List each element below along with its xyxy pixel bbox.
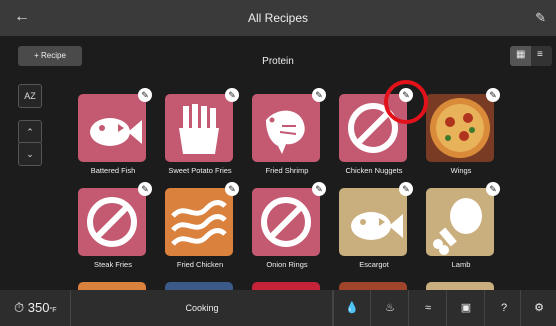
edit-recipe-icon[interactable]: ✎ [486, 182, 500, 196]
scroll-up-button[interactable]: ⌃ [18, 120, 42, 144]
temperature-unit: °F [49, 307, 57, 314]
list-icon[interactable]: ≡ [537, 49, 543, 60]
pencil-icon[interactable]: ✎ [535, 10, 546, 26]
pizza-photo [426, 94, 494, 162]
edit-recipe-icon[interactable]: ✎ [225, 88, 239, 102]
section-title: Protein [262, 56, 294, 67]
edit-recipe-icon[interactable]: ✎ [399, 182, 413, 196]
edit-recipe-icon[interactable]: ✎ [225, 182, 239, 196]
bottom-bar: ⏱ 350°F Cooking 💧 ♨ ≈ ▣ ? ⚙ [0, 290, 556, 326]
page-title: All Recipes [247, 11, 309, 25]
scroll-down-button[interactable]: ⌄ [18, 142, 42, 166]
cooking-tab[interactable]: Cooking [70, 290, 334, 326]
wifi-icon[interactable]: ≈ [408, 290, 447, 326]
recipe-card[interactable]: ✎ Lamb [426, 182, 500, 269]
no-image-icon [78, 188, 146, 256]
highlight-circle [384, 80, 428, 124]
partial-recipe-tile[interactable] [78, 282, 146, 290]
partial-recipe-tile[interactable] [165, 282, 233, 290]
fries-icon [165, 94, 233, 162]
edit-recipe-icon[interactable]: ✎ [138, 88, 152, 102]
timer-icon: ⏱ [14, 300, 25, 315]
sort-az-button[interactable]: AZ [18, 84, 42, 108]
edit-recipe-icon[interactable]: ✎ [486, 88, 500, 102]
recipe-card[interactable]: ✎ Escargot [339, 182, 413, 269]
help-icon[interactable]: ? [484, 290, 523, 326]
temperature-display[interactable]: ⏱ 350°F [14, 300, 57, 316]
bacon-icon [165, 188, 233, 256]
top-bar: ← All Recipes ✎ [0, 0, 556, 36]
edit-recipe-icon[interactable]: ✎ [138, 182, 152, 196]
drumstick-icon [426, 188, 494, 256]
fish-icon [78, 94, 146, 162]
recipe-card[interactable]: ✎ Fried Shrimp [252, 88, 326, 175]
recipe-card[interactable]: ✎ Wings [426, 88, 500, 175]
contact-card-icon[interactable]: ▣ [446, 290, 485, 326]
recipe-card[interactable]: ✎ Onion Rings [252, 182, 326, 269]
temperature-value: 350 [27, 300, 50, 315]
grid-icon: ▦ [516, 49, 526, 60]
fish-icon [339, 188, 407, 256]
recipe-card[interactable]: ✎ Battered Fish [78, 88, 152, 175]
edit-recipe-icon[interactable]: ✎ [312, 182, 326, 196]
partial-recipe-tile[interactable] [426, 282, 494, 290]
recipe-card[interactable]: ✎ Steak Fries [78, 182, 152, 269]
partial-recipe-tile[interactable] [339, 282, 407, 290]
partial-recipe-tile[interactable] [252, 282, 320, 290]
chef-hat-icon[interactable]: ♨ [370, 290, 409, 326]
settings-gear-icon[interactable]: ⚙ [520, 290, 556, 326]
no-image-icon [252, 188, 320, 256]
edit-recipe-icon[interactable]: ✎ [312, 88, 326, 102]
view-toggle: ▦ ≡ [510, 46, 552, 66]
shrimp-icon [252, 94, 320, 162]
recipe-name: Lamb [451, 260, 471, 269]
recipe-name: Wings [450, 166, 472, 175]
recipe-card[interactable]: ✎ Sweet Potato Fries [165, 88, 239, 175]
water-drop-icon[interactable]: 💧 [332, 290, 371, 326]
recipe-card[interactable]: ✎ Fried Chicken [165, 182, 239, 269]
